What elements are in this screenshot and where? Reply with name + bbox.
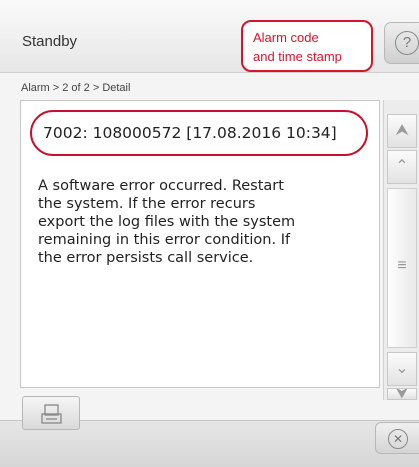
scroll-up-button[interactable]: ⌃ xyxy=(387,150,417,184)
scroll-to-bottom-button[interactable]: ⮟ xyxy=(387,388,417,400)
double-chevron-up-icon: ⮝ xyxy=(395,122,409,139)
annotation-callout: Alarm code and time stamp xyxy=(241,20,373,72)
print-button[interactable] xyxy=(22,396,80,430)
close-circle-icon: ✕ xyxy=(388,429,408,449)
chevron-down-icon: ⌄ xyxy=(395,360,409,377)
alarm-message-line: export the log files with the system xyxy=(38,214,296,230)
grip-lines-icon: ≡ xyxy=(397,257,407,274)
chevron-up-icon: ⌃ xyxy=(395,158,409,175)
vertical-scrollbar[interactable]: ⮝ ⌃ ≡ ⌄ ⮟ xyxy=(383,100,419,400)
callout-line-1: Alarm code xyxy=(253,30,319,45)
alarm-message-line: the system. If the error recurs xyxy=(38,196,256,212)
printer-icon xyxy=(41,404,62,424)
scroll-to-top-button[interactable]: ⮝ xyxy=(387,114,417,148)
alarm-message-line: A software error occurred. Restart xyxy=(38,178,284,194)
alarm-code-timestamp: 7002: 108000572 [17.08.2016 10:34] xyxy=(43,124,337,142)
question-circle-icon: ? xyxy=(395,31,419,55)
breadcrumb: Alarm > 2 of 2 > Detail xyxy=(21,82,131,94)
close-button[interactable]: ✕ xyxy=(375,422,419,454)
help-button[interactable]: ? xyxy=(384,22,419,64)
callout-line-2: and time stamp xyxy=(253,49,342,64)
scroll-down-button[interactable]: ⌄ xyxy=(387,352,417,386)
scroll-thumb[interactable]: ≡ xyxy=(387,188,417,348)
alarm-message-line: remaining in this error condition. If xyxy=(38,232,291,248)
alarm-message-line: the error persists call service. xyxy=(38,250,254,266)
page-title: Standby xyxy=(22,33,78,50)
alarm-detail-panel: Standby ? Alarm code and time stamp Alar… xyxy=(0,0,419,467)
alarm-message: A software error occurred. Restart the s… xyxy=(38,177,373,267)
double-chevron-down-icon: ⮟ xyxy=(395,388,409,400)
